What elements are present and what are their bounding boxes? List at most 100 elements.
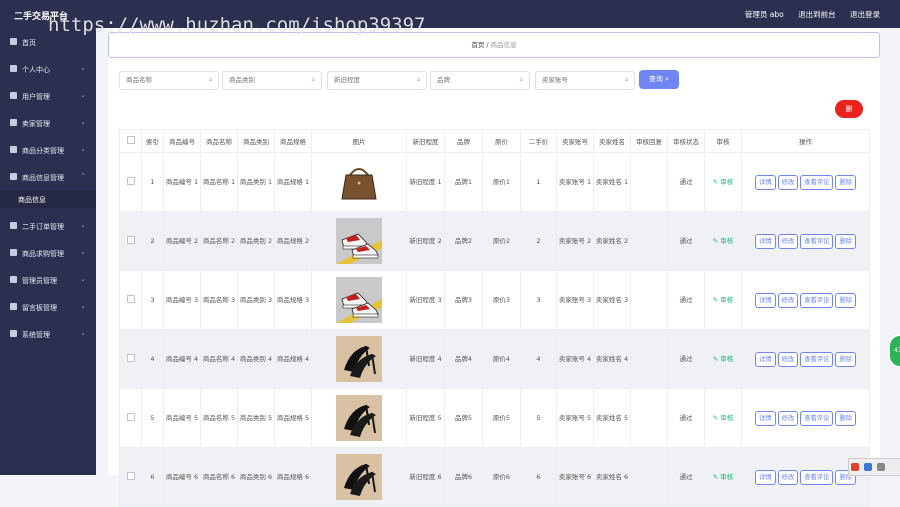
search-goods-name[interactable]: ⌕ [119, 71, 219, 90]
row-select-cell[interactable] [119, 329, 142, 389]
search-seller-account[interactable]: ⌕ [535, 71, 635, 90]
audit-link[interactable]: 审核 [720, 473, 733, 481]
delete-button[interactable]: 删除 [835, 174, 856, 190]
audit-link[interactable]: 审核 [720, 414, 733, 422]
cell-original-price: 原价5 [482, 388, 521, 448]
cell-audit[interactable]: ✎ 审核 [704, 152, 742, 212]
sidebar-item-orders[interactable]: 二手订单管理 ⌄ [0, 215, 96, 237]
search-icon: ⌕ [665, 75, 670, 83]
edit-button[interactable]: 修改 [777, 469, 799, 485]
view-comments-button[interactable]: 查看评论 [800, 469, 834, 485]
cell-index: 2 [141, 211, 164, 271]
cell-audit[interactable]: ✎ 审核 [704, 270, 742, 330]
row-checkbox[interactable] [126, 235, 135, 244]
sidebar-item-sellers[interactable]: 卖家管理 ⌄ [0, 112, 96, 134]
goods-icon [10, 173, 17, 180]
sidebar-item-admins[interactable]: 管理员管理 ⌄ [0, 269, 96, 291]
cell-audit[interactable]: ✎ 审核 [704, 211, 742, 271]
cell-operations: 详情 修改 查看评论 删除 [741, 270, 870, 330]
floating-badge[interactable]: 43 [888, 334, 900, 368]
chevron-down-icon: ⌄ [80, 221, 86, 229]
logout-link[interactable]: 退出登录 [850, 10, 880, 19]
cell-audit[interactable]: ✎ 审核 [704, 447, 742, 507]
cell-audit-reply [630, 447, 668, 507]
audit-link[interactable]: 审核 [720, 296, 733, 304]
row-checkbox[interactable] [126, 294, 135, 303]
row-select-cell[interactable] [119, 270, 142, 330]
row-select-cell[interactable] [119, 447, 142, 507]
delete-button[interactable]: 删除 [835, 292, 856, 308]
column-header: 审核回复 [630, 129, 668, 153]
detail-button[interactable]: 详情 [755, 410, 776, 426]
search-condition[interactable]: ⌕ [327, 71, 427, 90]
detail-button[interactable]: 详情 [755, 292, 776, 308]
audit-link[interactable]: 审核 [720, 237, 733, 245]
sidebar-item-profile[interactable]: 个人中心 ⌄ [0, 58, 96, 80]
sidebar-subitem-goods-info[interactable]: 商品信息 [0, 190, 96, 208]
cell-audit[interactable]: ✎ 审核 [704, 329, 742, 389]
cell-image [311, 152, 407, 212]
back-to-front-link[interactable]: 退出到前台 [798, 10, 836, 19]
search-goods-category[interactable]: ⌕ [222, 71, 322, 90]
detail-button[interactable]: 详情 [755, 174, 776, 190]
detail-button[interactable]: 详情 [755, 351, 776, 367]
edit-icon: ✎ [712, 414, 719, 422]
select-all-checkbox[interactable] [126, 136, 135, 144]
table-row: 3 商品编号 3 商品名称 3 商品类别 3 商品规格 3 新旧程度 3 品牌3 原价3 3 卖家… [119, 270, 870, 330]
cell-operations: 详情 修改 查看评论 删除 [741, 211, 870, 271]
sidebar-item-messages[interactable]: 留言板管理 ⌄ [0, 296, 96, 318]
search-brand[interactable]: ⌕ [430, 71, 530, 90]
view-comments-button[interactable]: 查看评论 [800, 410, 834, 426]
view-comments-button[interactable]: 查看评论 [800, 233, 834, 249]
audit-link[interactable]: 审核 [720, 355, 733, 363]
query-button[interactable]: 查询 ⌕ [639, 70, 679, 89]
search-goods-category-input[interactable] [223, 72, 301, 87]
search-brand-input[interactable] [431, 72, 509, 87]
cell-audit-status: 通过 [667, 270, 705, 330]
cell-original-price: 原价4 [482, 329, 521, 389]
cell-seller-account: 卖家账号 5 [556, 388, 594, 448]
edit-button[interactable]: 修改 [777, 351, 799, 367]
cell-audit[interactable]: ✎ 审核 [704, 388, 742, 448]
delete-button[interactable]: 删除 [835, 233, 856, 249]
sidebar-item-goods[interactable]: 商品信息管理 ⌃ [0, 166, 96, 188]
sidebar-item-categories[interactable]: 商品分类管理 ⌄ [0, 139, 96, 161]
view-comments-button[interactable]: 查看评论 [800, 174, 834, 190]
column-header: 商品编号 [163, 129, 201, 153]
row-checkbox[interactable] [126, 176, 135, 185]
cell-image [311, 211, 407, 271]
row-checkbox[interactable] [126, 353, 135, 362]
search-condition-input[interactable] [328, 72, 406, 87]
audit-link[interactable]: 审核 [720, 178, 733, 186]
chevron-down-icon: ⌄ [80, 145, 86, 153]
cell-operations: 详情 修改 查看评论 删除 [741, 329, 870, 389]
row-checkbox[interactable] [126, 471, 135, 480]
row-select-cell[interactable] [119, 211, 142, 271]
edit-button[interactable]: 修改 [777, 292, 799, 308]
search-seller-account-input[interactable] [536, 72, 614, 87]
cell-goods-spec: 商品规格 4 [274, 329, 312, 389]
seller-icon [10, 119, 17, 126]
search-goods-name-input[interactable] [120, 72, 198, 87]
batch-delete-button[interactable]: 删 [835, 100, 863, 118]
sidebar-item-system[interactable]: 系统管理 ⌄ [0, 323, 96, 345]
edit-button[interactable]: 修改 [777, 174, 799, 190]
view-comments-button[interactable]: 查看评论 [800, 292, 834, 308]
detail-button[interactable]: 详情 [755, 233, 776, 249]
row-select-cell[interactable] [119, 388, 142, 448]
cell-index: 1 [141, 152, 164, 212]
breadcrumb-home[interactable]: 首页 [471, 41, 484, 49]
delete-button[interactable]: 删除 [835, 410, 856, 426]
cell-goods-spec: 商品规格 6 [274, 447, 312, 507]
detail-button[interactable]: 详情 [755, 469, 776, 485]
edit-button[interactable]: 修改 [777, 233, 799, 249]
row-select-cell[interactable] [119, 152, 142, 212]
edit-button[interactable]: 修改 [777, 410, 799, 426]
delete-button[interactable]: 删除 [835, 351, 856, 367]
select-all-header[interactable] [119, 129, 142, 153]
sidebar-item-users[interactable]: 用户管理 ⌄ [0, 85, 96, 107]
row-checkbox[interactable] [126, 412, 135, 421]
sidebar-item-purchase[interactable]: 商品求购管理 ⌄ [0, 242, 96, 264]
cell-goods-number: 商品编号 6 [163, 447, 201, 507]
view-comments-button[interactable]: 查看评论 [800, 351, 834, 367]
